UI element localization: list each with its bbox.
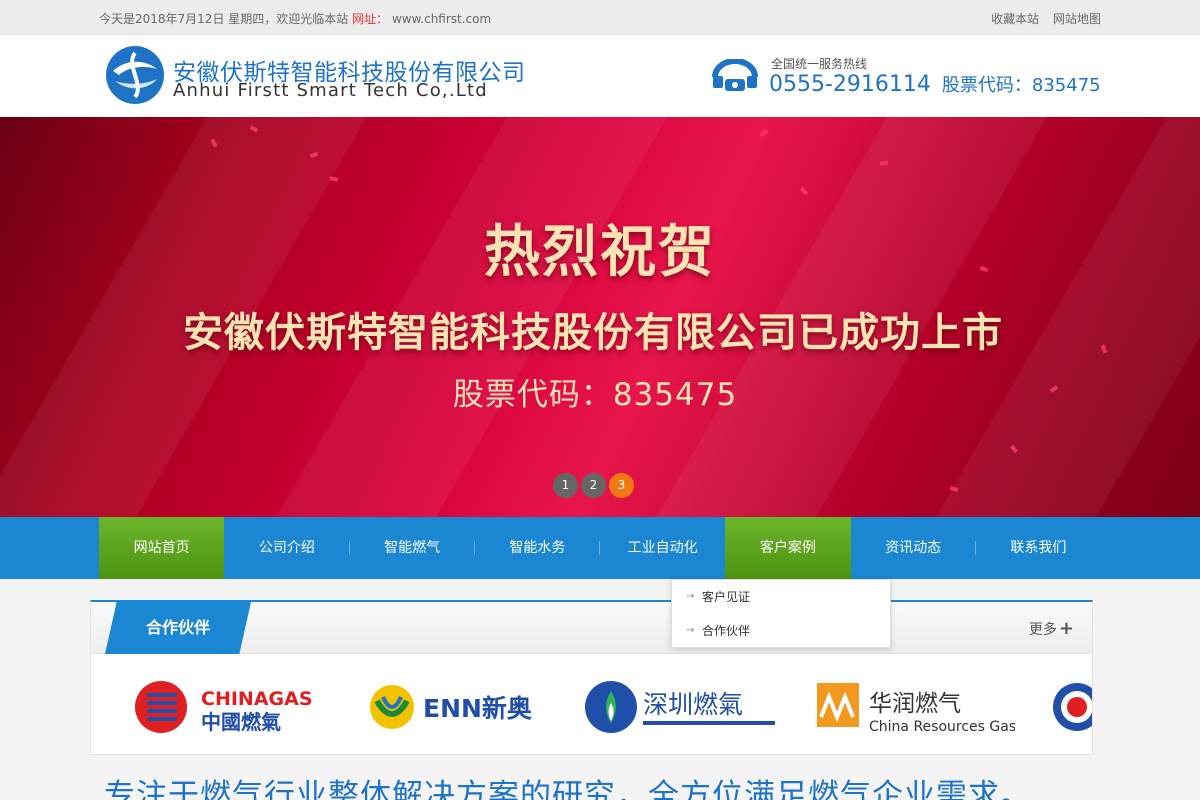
partner-logo-shenzhen-gas[interactable]: 深圳燃氣	[583, 672, 783, 742]
nav-item-cases[interactable]: 客户案例	[725, 517, 851, 579]
section-header: 合作伙伴 更多 +	[91, 602, 1092, 654]
url-value[interactable]: www.chfirst.com	[392, 12, 491, 26]
slogan-text: 专注于燃气行业整体解决方案的研究，全方位满足燃气企业需求。	[104, 778, 1032, 800]
nav-label: 公司介绍	[258, 540, 315, 556]
chinagas-text-cn: 中國燃氣	[201, 710, 281, 734]
more-link[interactable]: 更多 +	[1029, 618, 1074, 639]
banner-title: 热烈祝贺	[484, 220, 716, 285]
nav-item-about[interactable]: 公司介绍	[224, 517, 350, 579]
sitemap-link[interactable]: 网站地图	[1053, 12, 1101, 26]
banner-stock-code: 股票代码：835475	[452, 377, 738, 413]
confetti	[759, 128, 769, 138]
partner-logos: CHINAGAS 中國燃氣 ENN新奥 深圳燃氣 华润燃气 China Reso…	[91, 672, 1092, 752]
nav-item-home[interactable]: 网站首页	[99, 517, 225, 579]
nav-item-smart-water[interactable]: 智能水务	[475, 517, 600, 579]
top-bar: 今天是2018年7月12日 星期四，欢迎光临本站 网址： www.chfirst…	[0, 0, 1200, 35]
slider-dot-2[interactable]: 2	[581, 473, 606, 498]
chinagas-text-en: CHINAGAS	[201, 688, 313, 710]
nav-label: 客户案例	[759, 540, 816, 556]
cr-gas-text-en: China Resources Gas	[869, 719, 1015, 735]
partner-logo-chinagas[interactable]: CHINAGAS 中國燃氣	[133, 672, 323, 742]
shenzhen-gas-text: 深圳燃氣	[643, 690, 743, 719]
partner-logo-partial[interactable]	[1051, 672, 1092, 742]
hotline-number: 0555-2916114	[769, 72, 931, 97]
hero-banner[interactable]: 热烈祝贺 安徽伏斯特智能科技股份有限公司已成功上市 股票代码：835475 1 …	[0, 117, 1200, 517]
nav-item-smart-gas[interactable]: 智能燃气	[350, 517, 475, 579]
banner-subtitle: 安徽伏斯特智能科技股份有限公司已成功上市	[183, 310, 1003, 356]
confetti	[329, 176, 339, 182]
plus-icon: +	[1058, 618, 1074, 639]
section-title: 合作伙伴	[105, 602, 251, 654]
hotline-phone: 0555-2916114 股票代码：835475	[769, 71, 1101, 97]
nav-item-news[interactable]: 资讯动态	[851, 517, 976, 579]
hotline-icon	[712, 59, 758, 91]
company-logo-icon[interactable]	[105, 45, 165, 105]
nav-label: 联系我们	[1010, 540, 1067, 556]
url-label: 网址：	[352, 12, 389, 26]
nav-label: 资讯动态	[885, 540, 942, 556]
nav-label: 网站首页	[133, 540, 190, 556]
hotline-label: 全国统一服务热线	[771, 57, 868, 71]
partners-section: 合作伙伴 更多 + CHINAGAS 中國燃氣 ENN新奥 深圳燃氣 华润燃气 …	[90, 600, 1093, 755]
nav-item-contact[interactable]: 联系我们	[976, 517, 1101, 579]
dropdown-item-testimonials[interactable]: 客户见证	[672, 580, 890, 614]
main-nav: 网站首页 公司介绍 智能燃气 智能水务 工业自动化 客户案例 资讯动态 联系我们	[0, 517, 1200, 579]
slider-dot-3[interactable]: 3	[609, 473, 634, 498]
nav-item-industrial-automation[interactable]: 工业自动化	[600, 517, 725, 579]
date-text: 今天是2018年7月12日 星期四，欢迎光临本站	[99, 12, 349, 26]
header: 安徽伏斯特智能科技股份有限公司 Anhui Firstt Smart Tech …	[0, 35, 1200, 117]
nav-label: 智能燃气	[384, 540, 441, 556]
company-name-en: Anhui Firstt Smart Tech Co,.Ltd	[173, 80, 488, 101]
top-links: 收藏本站 网站地图	[981, 10, 1101, 27]
nav-label: 工业自动化	[627, 540, 698, 556]
nav-label: 智能水务	[509, 540, 566, 556]
cases-dropdown: 客户见证 合作伙伴	[671, 579, 891, 648]
enn-text: ENN新奥	[423, 694, 533, 723]
welcome-text: 今天是2018年7月12日 星期四，欢迎光临本站 网址： www.chfirst…	[99, 10, 491, 27]
more-label: 更多	[1028, 622, 1057, 638]
slider-dots: 1 2 3	[553, 473, 637, 498]
partner-logo-cr-gas[interactable]: 华润燃气 China Resources Gas	[815, 672, 1015, 742]
slider-dot-1[interactable]: 1	[553, 473, 578, 498]
partner-logo-enn[interactable]: ENN新奥	[367, 672, 547, 742]
confetti	[799, 186, 809, 196]
cr-gas-text-cn: 华润燃气	[869, 691, 961, 717]
stock-code: 股票代码：835475	[941, 75, 1101, 96]
dropdown-item-partners[interactable]: 合作伙伴	[672, 614, 890, 648]
bookmark-link[interactable]: 收藏本站	[991, 12, 1039, 26]
